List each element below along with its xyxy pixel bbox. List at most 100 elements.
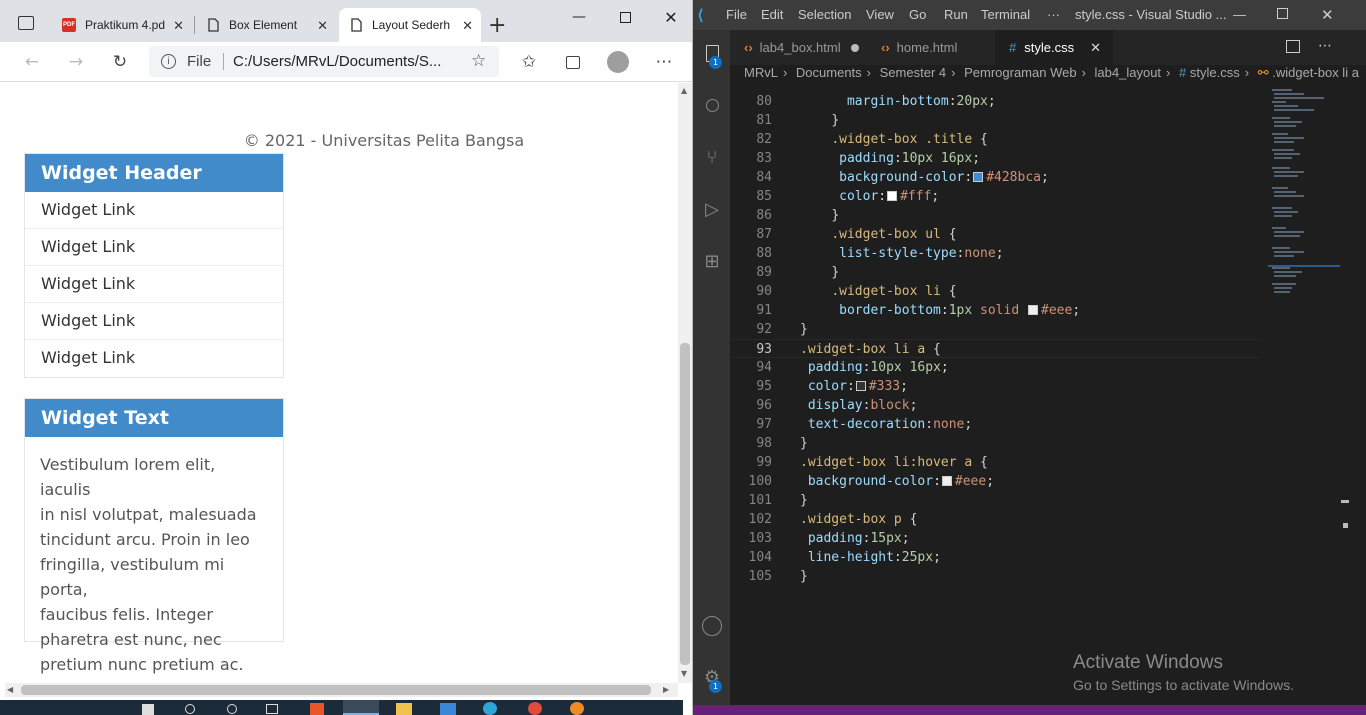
code-line[interactable]: 92} [730,320,1260,339]
editor-tab-home[interactable]: ‹› home.html [867,30,994,65]
menu-go[interactable]: Go [909,7,926,22]
firefox-icon[interactable] [570,702,584,715]
more-actions-icon[interactable]: ⋯ [1318,38,1332,54]
chrome-icon[interactable] [528,702,542,715]
breadcrumb-item[interactable]: .widget-box li a [1272,65,1359,80]
search-icon[interactable] [185,704,195,714]
maximize-button[interactable] [1277,7,1288,22]
code-line[interactable]: 84 background-color: #428bca; [730,168,1260,187]
tab-layout-sederhana[interactable]: Layout Sederh ✕ [339,8,481,42]
code-line[interactable]: 102 .widget-box p { [730,510,1260,529]
tab-actions-icon[interactable] [18,16,34,30]
breadcrumb-item[interactable]: Semester 4 [880,65,946,80]
extensions-icon[interactable]: ⊞ [701,250,723,272]
favorites-icon[interactable]: ✩ [517,51,541,73]
close-tab-icon[interactable]: ✕ [462,18,473,34]
run-debug-icon[interactable]: ▷ [701,198,723,220]
new-tab-button[interactable]: + [488,13,506,38]
scroll-thumb[interactable] [21,685,651,695]
back-icon[interactable]: ← [20,51,44,73]
app-icon[interactable] [310,703,324,715]
scroll-left-arrow[interactable]: ◀ [7,685,13,694]
editor-tab-style-css[interactable]: # style.css ✕ [995,30,1113,65]
scroll-down-arrow[interactable]: ▼ [681,669,687,678]
code-line[interactable]: 82 .widget-box .title { [730,130,1260,149]
task-view-icon[interactable] [266,704,278,714]
widget-link[interactable]: Widget Link [25,266,283,303]
tab-praktikum[interactable]: PDF Praktikum 4.pd ✕ [52,8,192,42]
editor-scrollbar[interactable] [1341,87,1349,697]
menu-run[interactable]: Run [944,7,968,22]
editor-tab-lab4-box[interactable]: ‹› lab4_box.html [730,30,866,65]
minimize-button[interactable]: — [556,6,602,28]
close-tab-icon[interactable]: ✕ [1090,40,1101,56]
refresh-icon[interactable]: ↻ [108,51,132,73]
breadcrumb-item[interactable]: MRvL [744,65,778,80]
code-line[interactable]: 95 color: #333; [730,377,1260,396]
more-menu-icon[interactable]: ⋯ [652,51,676,73]
menu-file[interactable]: File [726,7,747,22]
code-line[interactable]: 105} [730,567,1260,586]
menu-more[interactable]: ··· [1047,7,1060,22]
breadcrumb-item[interactable]: lab4_layout [1095,65,1162,80]
code-line[interactable]: 98} [730,434,1260,453]
code-line[interactable]: 85 color: #fff; [730,187,1260,206]
search-icon[interactable] [701,94,723,116]
mail-icon[interactable] [440,703,456,715]
code-line[interactable]: 101} [730,491,1260,510]
code-line[interactable]: 91 border-bottom:1px solid #eee; [730,301,1260,320]
close-window-button[interactable]: ✕ [648,6,692,28]
code-line[interactable]: 86 } [730,206,1260,225]
accounts-icon[interactable] [701,615,723,637]
code-line[interactable]: 89 } [730,263,1260,282]
vscode-taskbar-icon[interactable] [343,700,379,715]
color-swatch[interactable] [887,191,898,201]
split-editor-icon[interactable] [1286,40,1300,53]
scroll-right-arrow[interactable]: ▶ [663,685,669,694]
code-line[interactable]: 99 .widget-box li:hover a { [730,453,1260,472]
code-line[interactable]: 94 padding:10px 16px; [730,358,1260,377]
code-line[interactable]: 96 display:block; [730,396,1260,415]
close-tab-icon[interactable]: ✕ [317,18,328,34]
file-explorer-icon[interactable] [396,703,412,715]
widget-link[interactable]: Widget Link [25,303,283,340]
breadcrumb-item[interactable]: Documents [796,65,862,80]
address-field[interactable]: i File C:/Users/MRvL/Documents/S... ☆ [149,46,499,77]
close-tab-icon[interactable]: ✕ [173,18,184,34]
code-line[interactable]: 80 margin-bottom:20px; [730,92,1260,111]
tab-box-element[interactable]: Box Element ✕ [196,8,336,42]
horizontal-scrollbar[interactable]: ◀ ▶ [5,683,678,697]
breadcrumb-item[interactable]: style.css [1190,65,1240,80]
scroll-thumb[interactable] [680,343,690,665]
breadcrumb-item[interactable]: Pemrograman Web [964,65,1076,80]
widget-link[interactable]: Widget Link [25,340,283,377]
cortana-icon[interactable] [227,704,237,714]
minimap[interactable] [1268,87,1340,307]
code-line[interactable]: 81 } [730,111,1260,130]
code-line[interactable]: 104 line-height:25px; [730,548,1260,567]
color-swatch[interactable] [973,172,984,182]
code-line[interactable]: 87 .widget-box ul { [730,225,1260,244]
color-swatch[interactable] [941,476,952,486]
code-editor[interactable]: 80 margin-bottom:20px; 81 } 82 .widget-box… [730,92,1260,692]
maximize-button[interactable] [602,6,648,28]
forward-icon[interactable]: → [64,51,88,73]
code-line[interactable]: 97 text-decoration:none; [730,415,1260,434]
widget-link[interactable]: Widget Link [25,229,283,266]
code-line[interactable]: 90 .widget-box li { [730,282,1260,301]
vertical-scrollbar[interactable]: ▲ ▼ [678,83,692,683]
menu-terminal[interactable]: Terminal [981,7,1030,22]
start-icon[interactable] [142,704,154,715]
scroll-up-arrow[interactable]: ▲ [681,86,687,95]
code-line[interactable]: 83 padding:10px 16px; [730,149,1260,168]
collections-icon[interactable] [561,51,585,73]
code-line[interactable]: 100 background-color: #eee; [730,472,1260,491]
menu-selection[interactable]: Selection [798,7,851,22]
color-swatch[interactable] [855,381,866,391]
code-line[interactable]: 88 list-style-type:none; [730,244,1260,263]
code-line[interactable]: 103 padding:15px; [730,529,1260,548]
menu-view[interactable]: View [866,7,894,22]
edge-icon[interactable] [483,702,497,715]
close-window-button[interactable]: ✕ [1321,6,1334,24]
add-favorite-icon[interactable]: ☆ [471,51,486,71]
